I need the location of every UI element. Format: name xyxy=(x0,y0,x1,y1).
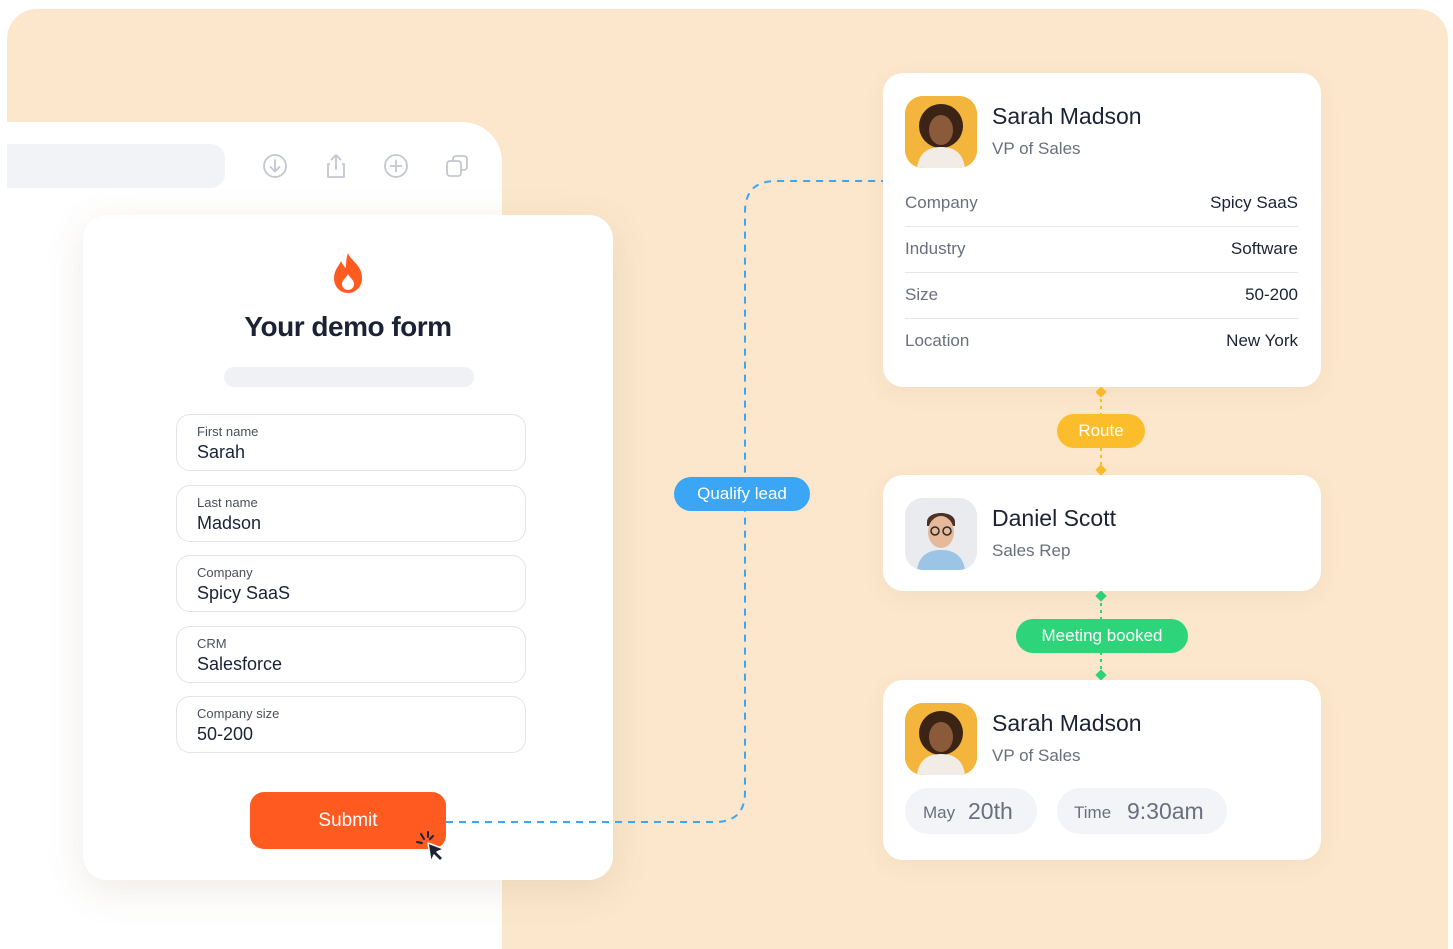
detail-row: Industry Software xyxy=(905,227,1298,273)
meeting-time-chip: Time 9:30am xyxy=(1057,788,1227,834)
contact-name: Sarah Madson xyxy=(992,103,1142,129)
rep-card: Daniel Scott Sales Rep xyxy=(883,475,1321,591)
time-key: Time xyxy=(1074,803,1112,822)
contact-role: VP of Sales xyxy=(992,746,1081,765)
detail-key: Company xyxy=(905,193,978,212)
detail-value: Software xyxy=(1230,239,1298,258)
lead-card: Sarah Madson VP of Sales Company Spicy S… xyxy=(883,73,1321,387)
meeting-connector-dot xyxy=(1095,669,1107,681)
detail-key: Industry xyxy=(905,239,966,258)
route-connector-dot xyxy=(1095,464,1107,476)
detail-row: Location New York xyxy=(905,319,1298,365)
contact-role: Sales Rep xyxy=(992,541,1071,560)
date-key: May xyxy=(923,803,956,822)
avatar xyxy=(905,498,977,570)
avatar xyxy=(905,96,977,168)
qualify-connector-line xyxy=(446,180,883,823)
meeting-date-chip: May 20th xyxy=(905,788,1037,834)
detail-row: Size 50-200 xyxy=(905,273,1298,319)
avatar xyxy=(905,703,977,775)
detail-key: Size xyxy=(905,285,939,304)
detail-value: 50-200 xyxy=(1245,285,1298,304)
contact-name: Sarah Madson xyxy=(992,710,1142,736)
route-badge: Route xyxy=(1057,414,1145,448)
date-value: 20th xyxy=(968,798,1013,824)
contact-role: VP of Sales xyxy=(992,139,1081,158)
contact-name: Daniel Scott xyxy=(992,505,1117,531)
route-connector-dot xyxy=(1095,386,1107,398)
time-value: 9:30am xyxy=(1127,798,1204,824)
meeting-booked-badge: Meeting booked xyxy=(1016,619,1188,653)
detail-row: Company Spicy SaaS xyxy=(905,181,1298,227)
detail-key: Location xyxy=(905,331,970,350)
meeting-card: Sarah Madson VP of Sales May 20th Time 9… xyxy=(883,680,1321,860)
detail-value: New York xyxy=(1226,331,1298,350)
detail-value: Spicy SaaS xyxy=(1210,193,1298,212)
meeting-connector-dot xyxy=(1095,590,1107,602)
qualify-lead-badge: Qualify lead xyxy=(674,477,810,511)
